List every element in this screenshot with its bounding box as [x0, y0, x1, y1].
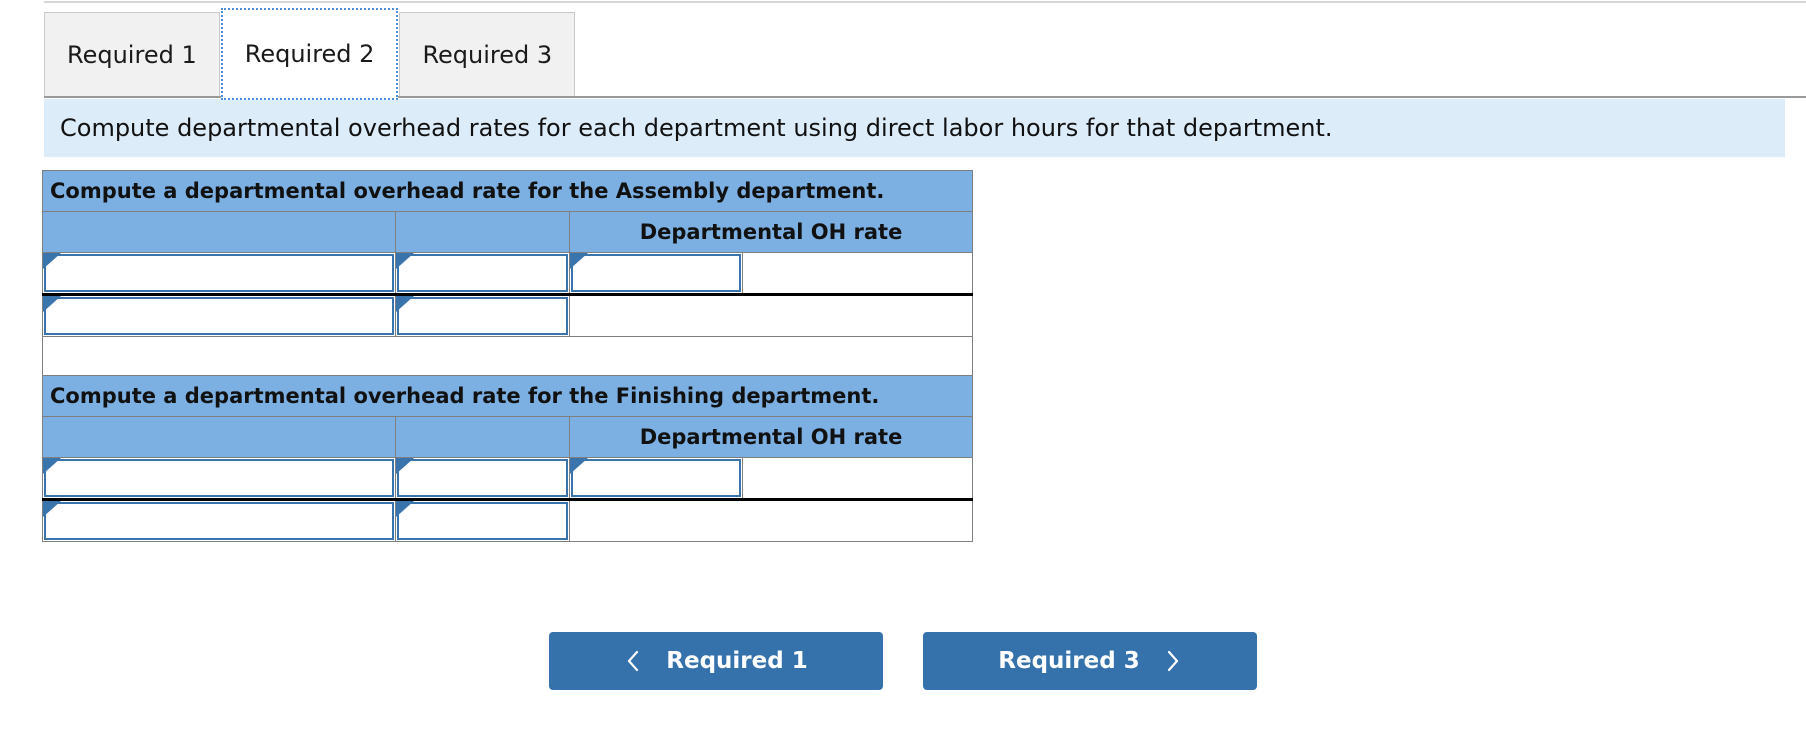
- instruction-text: Compute departmental overhead rates for …: [60, 114, 1333, 142]
- assembly-row2-input-2[interactable]: [397, 297, 568, 335]
- chevron-left-icon: [624, 648, 642, 674]
- table-row: [42, 252, 974, 296]
- finishing-header-col-2: [395, 416, 570, 458]
- tab-required-1-label: Required 1: [67, 40, 197, 69]
- column-header-row: Departmental OH rate: [42, 211, 974, 253]
- assembly-row1-cell-3[interactable]: [569, 252, 743, 296]
- finishing-row2-cell-3: [568, 499, 974, 542]
- assembly-header-oh-rate: Departmental OH rate: [568, 211, 974, 253]
- assembly-row2-cell-2[interactable]: [395, 294, 570, 337]
- overhead-rate-worksheet: Compute a departmental overhead rate for…: [41, 170, 974, 542]
- assembly-section-title: Compute a departmental overhead rate for…: [41, 170, 974, 212]
- prev-button-label: Required 1: [666, 648, 808, 674]
- tab-required-3-label: Required 3: [422, 40, 553, 69]
- assembly-row1-cell-2[interactable]: [395, 252, 570, 296]
- assembly-header-col-1: [42, 211, 396, 253]
- finishing-row1-cell-2[interactable]: [395, 457, 570, 501]
- assembly-row1-cell-1[interactable]: [42, 252, 396, 296]
- tab-required-3[interactable]: Required 3: [399, 12, 576, 96]
- finishing-row2-cell-2[interactable]: [395, 499, 570, 542]
- next-button-label: Required 3: [998, 648, 1140, 674]
- assembly-row2-input-1[interactable]: [44, 297, 394, 335]
- assembly-row2-cell-3: [568, 294, 974, 337]
- table-row: [42, 457, 974, 501]
- table-row: [42, 294, 974, 337]
- finishing-row1-input-3[interactable]: [571, 459, 741, 497]
- finishing-row1-cell-1[interactable]: [42, 457, 396, 501]
- assembly-row1-input-2[interactable]: [397, 254, 568, 292]
- tab-required-1[interactable]: Required 1: [44, 12, 220, 96]
- instruction-banner: Compute departmental overhead rates for …: [44, 99, 1785, 157]
- finishing-section-title: Compute a departmental overhead rate for…: [41, 375, 974, 417]
- finishing-row2-cell-1[interactable]: [42, 499, 396, 542]
- table-row: [42, 499, 974, 542]
- top-divider: [44, 1, 1806, 3]
- chevron-right-icon: [1164, 648, 1182, 674]
- assembly-row2-cell-1[interactable]: [42, 294, 396, 337]
- next-required-3-button[interactable]: Required 3: [923, 632, 1257, 690]
- assembly-header-col-2: [395, 211, 570, 253]
- navigation-bar: Required 1 Required 3: [0, 632, 1806, 690]
- section-spacer-row: [41, 336, 974, 376]
- column-header-row: Departmental OH rate: [42, 416, 974, 458]
- finishing-row1-input-1[interactable]: [44, 459, 394, 497]
- finishing-row2-input-1[interactable]: [44, 502, 394, 540]
- tab-required-2[interactable]: Required 2: [220, 8, 399, 100]
- prev-required-1-button[interactable]: Required 1: [549, 632, 883, 690]
- section-title-row: Compute a departmental overhead rate for…: [41, 375, 974, 417]
- section-title-row: Compute a departmental overhead rate for…: [41, 170, 974, 212]
- assembly-row1-input-3[interactable]: [571, 254, 741, 292]
- assembly-row1-input-1[interactable]: [44, 254, 394, 292]
- assembly-row1-cell-4: [741, 252, 974, 296]
- finishing-header-col-1: [42, 416, 396, 458]
- tab-required-2-label: Required 2: [244, 40, 375, 68]
- finishing-row2-input-2[interactable]: [397, 502, 568, 540]
- finishing-row1-cell-3[interactable]: [569, 457, 743, 501]
- finishing-row1-input-2[interactable]: [397, 459, 568, 497]
- section-spacer: [41, 336, 974, 376]
- finishing-row1-cell-4: [741, 457, 974, 501]
- finishing-header-oh-rate: Departmental OH rate: [568, 416, 974, 458]
- requirement-tabs: Required 1 Required 2 Required 3: [44, 8, 576, 100]
